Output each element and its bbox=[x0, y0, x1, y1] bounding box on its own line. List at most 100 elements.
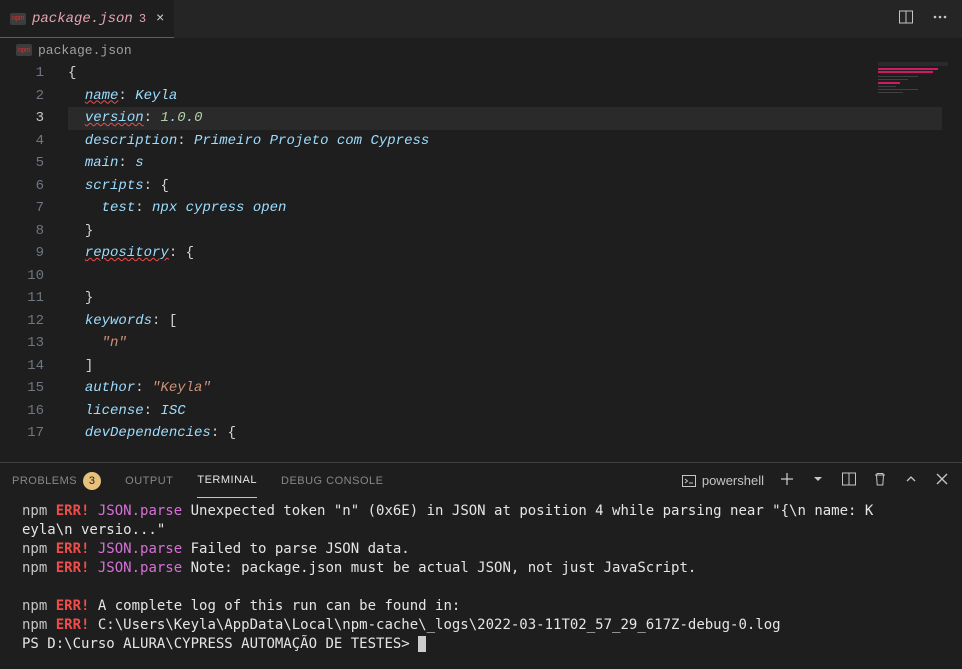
split-editor-icon[interactable] bbox=[898, 9, 914, 30]
tab-group: package.json 3 × bbox=[0, 0, 174, 38]
terminal-shell-name: powershell bbox=[702, 473, 764, 488]
code-token: : bbox=[135, 380, 152, 396]
code-token: ISC bbox=[160, 403, 185, 419]
terminal-icon bbox=[681, 473, 697, 489]
terminal-text: Unexpected token "n" (0x6E) in JSON at p… bbox=[191, 503, 874, 519]
code-token: : bbox=[144, 403, 161, 419]
terminal-text: ERR! bbox=[56, 560, 98, 576]
terminal-output[interactable]: npm ERR! JSON.parse Unexpected token "n"… bbox=[0, 498, 962, 669]
tab-terminal-label: TERMINAL bbox=[197, 474, 257, 486]
terminal-text: JSON.parse bbox=[98, 503, 191, 519]
terminal-text: npm bbox=[22, 541, 56, 557]
code-token: description bbox=[85, 133, 177, 149]
code-token: } bbox=[85, 290, 93, 306]
terminal-text: npm bbox=[22, 598, 56, 614]
code-token: npx cypress open bbox=[152, 200, 286, 216]
terminal-cursor bbox=[418, 636, 426, 652]
code-token: : bbox=[118, 155, 135, 171]
line-number: 9 bbox=[0, 242, 44, 265]
tab-package-json[interactable]: package.json 3 × bbox=[0, 0, 174, 38]
line-number-gutter: 1 2 3 4 5 6 7 8 9 10 11 12 13 14 15 16 1… bbox=[0, 62, 68, 462]
terminal-text: C:\Users\Keyla\AppData\Local\npm-cache\_… bbox=[98, 617, 781, 633]
code-token: { bbox=[68, 65, 76, 81]
code-token: name bbox=[85, 88, 119, 104]
breadcrumb-filename: package.json bbox=[38, 43, 132, 58]
close-panel-icon[interactable] bbox=[934, 471, 950, 490]
tab-debug-console[interactable]: DEBUG CONSOLE bbox=[281, 463, 383, 498]
line-number: 5 bbox=[0, 152, 44, 175]
split-terminal-icon[interactable] bbox=[841, 471, 857, 490]
code-token: : bbox=[152, 313, 169, 329]
terminal-text: Failed to parse JSON data. bbox=[191, 541, 410, 557]
code-token: [ bbox=[169, 313, 177, 329]
npm-file-icon bbox=[10, 13, 26, 25]
line-number: 4 bbox=[0, 130, 44, 153]
tab-close-icon[interactable]: × bbox=[156, 11, 164, 27]
tab-problem-badge: 3 bbox=[139, 12, 146, 26]
terminal-text: ERR! bbox=[56, 598, 98, 614]
line-number: 14 bbox=[0, 355, 44, 378]
line-number: 16 bbox=[0, 400, 44, 423]
code-token: . bbox=[169, 110, 177, 126]
code-token: "Keyla" bbox=[152, 380, 211, 396]
tab-problems-label: PROBLEMS bbox=[12, 475, 77, 487]
line-number: 15 bbox=[0, 377, 44, 400]
terminal-text: npm bbox=[22, 560, 56, 576]
bottom-panel: PROBLEMS 3 OUTPUT TERMINAL DEBUG CONSOLE… bbox=[0, 462, 962, 669]
code-token: test bbox=[102, 200, 136, 216]
code-token: Primeiro Projeto com Cypress bbox=[194, 133, 429, 149]
line-number: 11 bbox=[0, 287, 44, 310]
code-token: author bbox=[85, 380, 135, 396]
terminal-text: PS bbox=[22, 636, 47, 652]
terminal-prompt-path: D:\Curso ALURA\CYPRESS AUTOMAÇÃO DE TEST… bbox=[47, 636, 418, 652]
line-number: 7 bbox=[0, 197, 44, 220]
terminal-text: ERR! bbox=[56, 541, 98, 557]
maximize-panel-icon[interactable] bbox=[903, 471, 919, 490]
code-token: : bbox=[177, 133, 194, 149]
code-token: } bbox=[85, 223, 93, 239]
tab-filename: package.json bbox=[32, 11, 133, 27]
code-token: : bbox=[169, 245, 186, 261]
line-number: 12 bbox=[0, 310, 44, 333]
tab-terminal[interactable]: TERMINAL bbox=[197, 463, 257, 498]
code-token: version bbox=[85, 110, 144, 126]
code-token: s bbox=[135, 155, 143, 171]
editor-tab-bar: package.json 3 × bbox=[0, 0, 962, 38]
line-number: 17 bbox=[0, 422, 44, 445]
line-number: 1 bbox=[0, 62, 44, 85]
code-editor[interactable]: 1 2 3 4 5 6 7 8 9 10 11 12 13 14 15 16 1… bbox=[0, 62, 962, 462]
line-number: 6 bbox=[0, 175, 44, 198]
code-token: repository bbox=[85, 245, 169, 261]
line-number: 3 bbox=[0, 107, 44, 130]
terminal-dropdown-icon[interactable] bbox=[810, 471, 826, 490]
code-token: license bbox=[85, 403, 144, 419]
code-token: ] bbox=[85, 358, 93, 374]
kill-terminal-icon[interactable] bbox=[872, 471, 888, 490]
new-terminal-icon[interactable] bbox=[779, 471, 795, 490]
terminal-text: eyla\n versio..." bbox=[22, 522, 165, 538]
tab-output[interactable]: OUTPUT bbox=[125, 463, 173, 498]
terminal-text: JSON.parse bbox=[98, 541, 191, 557]
terminal-picker[interactable]: powershell bbox=[681, 473, 764, 489]
code-token: . bbox=[186, 110, 194, 126]
terminal-text: JSON.parse bbox=[98, 560, 191, 576]
more-actions-icon[interactable] bbox=[932, 9, 948, 30]
code-token: keywords bbox=[85, 313, 152, 329]
code-token: { bbox=[228, 425, 236, 441]
tab-problems[interactable]: PROBLEMS 3 bbox=[12, 463, 101, 498]
code-token: Keyla bbox=[135, 88, 177, 104]
code-area[interactable]: { name: Keyla version: 1.0.0 description… bbox=[68, 62, 962, 462]
code-token: { bbox=[160, 178, 168, 194]
terminal-text: npm bbox=[22, 617, 56, 633]
line-number: 13 bbox=[0, 332, 44, 355]
editor-actions bbox=[898, 9, 962, 30]
problems-count-badge: 3 bbox=[83, 472, 101, 490]
code-token: main bbox=[85, 155, 119, 171]
code-token: : bbox=[211, 425, 228, 441]
line-number: 2 bbox=[0, 85, 44, 108]
code-token: "n" bbox=[102, 335, 127, 351]
terminal-text: ERR! bbox=[56, 503, 98, 519]
breadcrumb[interactable]: package.json bbox=[0, 38, 962, 62]
terminal-text: Note: package.json must be actual JSON, … bbox=[191, 560, 697, 576]
code-token: 0 bbox=[194, 110, 202, 126]
